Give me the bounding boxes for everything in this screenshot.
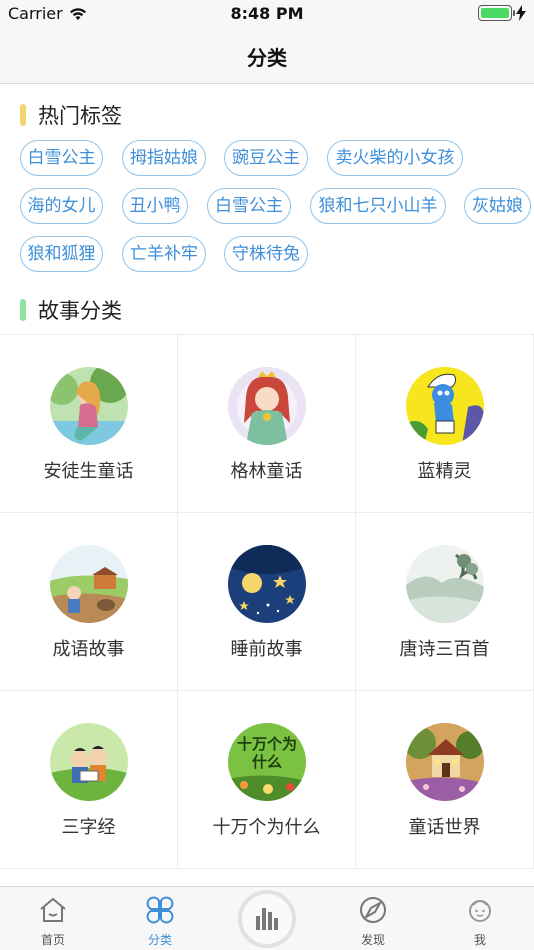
- tab-category[interactable]: 分类: [120, 887, 200, 950]
- status-right: [478, 5, 526, 21]
- tab-label: 分类: [147, 933, 172, 947]
- home-icon: [40, 897, 66, 922]
- tab-profile[interactable]: 我: [440, 887, 520, 950]
- mermaid-art-icon: [50, 367, 128, 445]
- audio-bars-icon: [256, 908, 278, 930]
- categories-title: 故事分类: [38, 299, 122, 323]
- reading-kids-art-icon: [50, 723, 128, 801]
- charging-bolt-icon: [516, 5, 526, 21]
- category-label: 安徒生童话: [43, 461, 134, 482]
- hot-tags-header: 热门标签: [20, 100, 122, 130]
- tag-chip[interactable]: 白雪公主: [20, 140, 103, 176]
- tag-chip[interactable]: 海的女儿: [20, 188, 103, 224]
- category-cell-fairy-world[interactable]: 童话世界: [356, 691, 534, 869]
- tag-chip[interactable]: 守株待兔: [224, 236, 308, 272]
- category-cell-why-book[interactable]: 十万个为什么 十万个为什么: [178, 691, 356, 869]
- category-cell-smurfs[interactable]: 蓝精灵: [356, 335, 534, 513]
- princess-art-icon: [228, 367, 306, 445]
- category-label: 格林童话: [230, 461, 303, 482]
- category-cell-idioms[interactable]: 成语故事: [0, 513, 178, 691]
- tag-chip[interactable]: 狼和七只小山羊: [310, 188, 446, 224]
- tag-chip[interactable]: 卖火柴的小女孩: [327, 140, 463, 176]
- farm-art-icon: [50, 545, 128, 623]
- category-grid: 安徒生童话 格林童话 蓝精灵 成语故事 睡前故事 唐诗三百首 三字经 十万个为什…: [0, 334, 534, 869]
- fairy-cottage-art-icon: [406, 723, 484, 801]
- night-moon-art-icon: [228, 545, 306, 623]
- why-book-art-text: 十万个为什么: [236, 735, 297, 771]
- tag-chip[interactable]: 亡羊补牢: [122, 236, 206, 272]
- category-label: 睡前故事: [230, 639, 303, 660]
- smurf-art-icon: [406, 367, 484, 445]
- category-cell-grimm[interactable]: 格林童话: [178, 335, 356, 513]
- categories-header: 故事分类: [20, 295, 122, 325]
- tab-discover[interactable]: 发现: [333, 887, 413, 950]
- category-icon: [146, 896, 174, 924]
- category-cell-three-character-classic[interactable]: 三字经: [0, 691, 178, 869]
- category-label: 成语故事: [52, 639, 125, 660]
- tab-label: 我: [473, 933, 486, 947]
- tag-chip[interactable]: 狼和狐狸: [20, 236, 103, 272]
- tab-home[interactable]: 首页: [13, 887, 93, 950]
- audio-play-button[interactable]: [238, 890, 296, 948]
- category-label: 三字经: [61, 817, 116, 838]
- profile-icon: [469, 900, 491, 922]
- discover-icon: [360, 897, 386, 923]
- category-cell-andersen[interactable]: 安徒生童话: [0, 335, 178, 513]
- tab-label: 发现: [360, 933, 385, 947]
- tag-chip[interactable]: 灰姑娘: [464, 188, 531, 224]
- category-cell-bedtime[interactable]: 睡前故事: [178, 513, 356, 691]
- navigation-bar: 分类: [0, 28, 534, 84]
- category-label: 唐诗三百首: [399, 639, 490, 660]
- hot-tags-accent-bar: [20, 104, 26, 126]
- category-label: 十万个为什么: [212, 817, 321, 838]
- category-cell-tang-poems[interactable]: 唐诗三百首: [356, 513, 534, 691]
- page-title: 分类: [247, 46, 287, 70]
- categories-accent-bar: [20, 299, 26, 321]
- why-book-art-icon: 十万个为什么: [228, 723, 306, 801]
- category-label: 蓝精灵: [417, 461, 472, 482]
- hot-tags-title: 热门标签: [38, 104, 122, 128]
- tag-chip[interactable]: 豌豆公主: [224, 140, 308, 176]
- battery-icon: [478, 5, 515, 21]
- tag-chip[interactable]: 白雪公主: [207, 188, 291, 224]
- tag-chip[interactable]: 丑小鸭: [122, 188, 188, 224]
- category-label: 童话世界: [408, 817, 481, 838]
- status-time: 8:48 PM: [230, 4, 304, 23]
- tag-chip[interactable]: 拇指姑娘: [122, 140, 206, 176]
- tab-label: 首页: [40, 933, 65, 947]
- status-bar: Carrier 8:48 PM: [0, 0, 534, 28]
- ink-landscape-art-icon: [406, 545, 484, 623]
